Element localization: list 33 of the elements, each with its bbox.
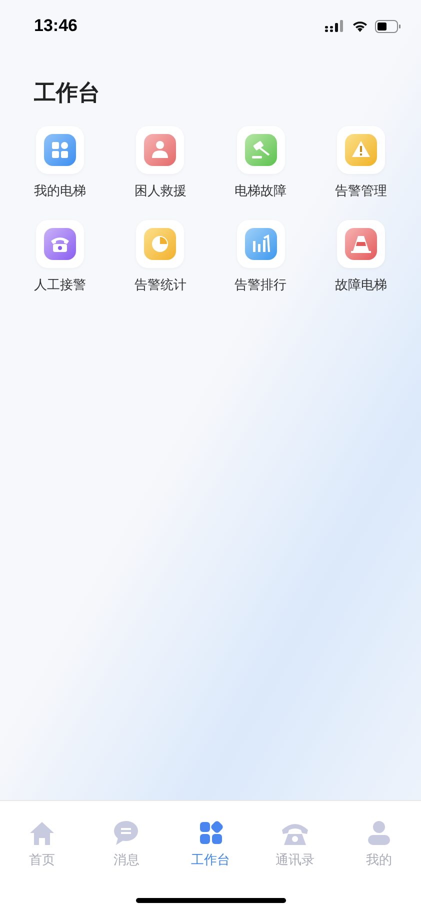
chat-bubble-icon (112, 819, 140, 847)
app-tile[interactable] (36, 126, 84, 174)
status-time: 13:46 (34, 15, 78, 38)
hammer-icon (244, 133, 278, 167)
app-tile[interactable] (36, 220, 84, 268)
app-label[interactable]: 电梯故障 (234, 182, 287, 200)
traffic-cone-icon (344, 227, 378, 261)
app-label[interactable]: 人工接警 (34, 276, 86, 294)
person-icon (143, 133, 178, 167)
app-tile[interactable] (336, 126, 385, 174)
app-tile[interactable] (236, 126, 285, 174)
tab[interactable]: 工作台 (178, 819, 242, 869)
app-label[interactable]: 告警管理 (334, 182, 387, 200)
app-label[interactable]: 我的电梯 (34, 182, 86, 200)
telephone-icon (43, 227, 78, 261)
app-label[interactable]: 告警排行 (234, 276, 287, 294)
bar-chart-icon (244, 227, 278, 261)
warning-icon (344, 133, 378, 167)
home-icon (28, 819, 56, 847)
page-title: 工作台 (34, 79, 101, 107)
app-label[interactable]: 故障电梯 (334, 276, 387, 294)
app-label[interactable]: 告警统计 (134, 276, 186, 294)
wifi-icon (352, 20, 368, 32)
app-tile[interactable] (336, 220, 385, 268)
app-tile[interactable] (136, 220, 184, 268)
grid-icon (43, 133, 78, 167)
app-tile[interactable] (136, 126, 184, 174)
battery-icon (375, 20, 401, 32)
app-tile[interactable] (236, 220, 285, 268)
pie-chart-icon (143, 227, 178, 261)
person-icon (365, 819, 393, 847)
signal-icon (325, 20, 345, 32)
app-label[interactable]: 困人救援 (134, 182, 186, 200)
